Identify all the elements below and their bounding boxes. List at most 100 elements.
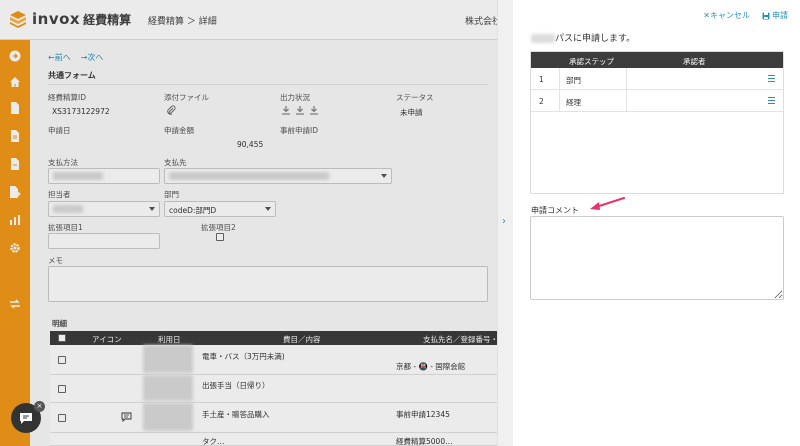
approval-table-header: 承認ステップ 承認者 [531, 52, 783, 68]
save-icon [762, 12, 770, 19]
prior-id-label: 事前申請ID [280, 126, 318, 135]
payment-method-label: 支払方法 [48, 158, 78, 167]
menu-icon[interactable] [768, 97, 775, 104]
chat-close-icon[interactable]: × [34, 401, 45, 412]
row-checkbox[interactable] [58, 356, 66, 364]
status-label: ステータス [396, 93, 434, 102]
amount-label: 申請金額 [164, 126, 194, 135]
ext2-checkbox[interactable] [216, 233, 224, 241]
output-status-icons [281, 105, 319, 115]
chevron-right-icon[interactable]: › [502, 216, 506, 227]
panel-actions: ✕キャンセル 申請 [703, 10, 788, 21]
row-item: タク… [202, 437, 225, 446]
document-export-icon[interactable] [7, 184, 23, 200]
document-icon[interactable] [7, 100, 23, 116]
chat-icon [20, 412, 32, 424]
app-logo[interactable]: invox 経費精算 [8, 9, 131, 29]
chevron-down-icon [381, 174, 387, 178]
menu-icon[interactable] [768, 75, 775, 82]
section-title: 共通フォーム [48, 71, 96, 80]
payment-method-field[interactable] [48, 168, 160, 184]
step-number: 2 [539, 97, 544, 106]
download-icon [296, 106, 304, 115]
ext2-label: 拡張項目2 [201, 223, 236, 232]
chevron-down-icon [265, 207, 271, 211]
person-select[interactable] [48, 201, 160, 217]
memo-label: メモ [48, 256, 63, 265]
section-divider [48, 84, 488, 85]
prev-link[interactable]: ←前へ [48, 52, 71, 63]
apply-message: パスに申請します。 [531, 31, 635, 44]
side-nav [0, 40, 30, 446]
department-select[interactable]: codeD:部門D [164, 201, 276, 217]
logo-subtitle: 経費精算 [83, 12, 132, 27]
logo-text: invox [32, 10, 81, 28]
download-icon [310, 106, 318, 115]
row-payee: 京都 - 🚇 - 国際会館 [396, 362, 466, 371]
paperclip-icon[interactable] [166, 105, 176, 117]
home-icon[interactable] [7, 74, 23, 90]
ext1-label: 拡張項目1 [48, 223, 83, 232]
row-checkbox[interactable] [58, 414, 66, 422]
row-item: 手土産・贈答品購入 [202, 410, 270, 419]
payee-select[interactable] [164, 168, 392, 184]
approval-table: 承認ステップ 承認者 1 部門 2 経理 [530, 51, 784, 194]
comment-icon[interactable] [121, 412, 132, 424]
approval-row[interactable]: 1 部門 [531, 68, 783, 90]
step-number: 1 [539, 75, 544, 84]
comment-textarea[interactable] [530, 216, 784, 300]
chart-icon[interactable] [7, 212, 23, 228]
output-status-label: 出力状況 [280, 93, 310, 102]
memo-textarea[interactable] [48, 266, 488, 302]
attachment-label: 添付ファイル [164, 93, 209, 102]
amount-value: 90,455 [237, 140, 264, 149]
row-item: 電車・バス（3万円未満) [202, 352, 285, 361]
arrow-circle-icon[interactable] [7, 48, 23, 64]
comment-label: 申請コメント [531, 206, 579, 215]
table-row[interactable]: タク… 経費精算5000… [50, 433, 497, 446]
status-value: 未申請 [400, 108, 423, 117]
next-link[interactable]: →次へ [81, 52, 104, 63]
document-list-icon[interactable] [7, 128, 23, 144]
expense-id-value: XS3173122972 [52, 107, 110, 116]
gear-icon[interactable] [7, 240, 23, 256]
main-content: ←前へ →次へ 共通フォーム 経費精算ID XS3173122972 添付ファイ… [30, 40, 497, 446]
apply-button[interactable]: 申請 [762, 10, 788, 21]
table-row[interactable]: 手土産・贈答品購入 事前申請12345 [50, 403, 497, 433]
col-date: 利用日 [158, 335, 181, 344]
table-row[interactable]: 電車・バス（3万円未満) 京都 - 🚇 - 国際会館 [50, 345, 497, 375]
approval-row[interactable]: 2 経理 [531, 90, 783, 112]
swap-icon[interactable] [7, 296, 23, 312]
col-item: 費目／内容 [283, 335, 321, 344]
row-payee: 経費精算5000… [396, 437, 453, 446]
person-label: 担当者 [48, 190, 71, 199]
col-step: 承認ステップ [569, 57, 614, 66]
step-name: 経理 [566, 98, 581, 107]
col-payee: 支払先名／登録番号・ [423, 335, 497, 344]
col-approver: 承認者 [683, 57, 706, 66]
detail-table-header: アイコン 利用日 費目／内容 支払先名／登録番号・ [50, 331, 497, 345]
row-checkbox[interactable] [58, 385, 66, 393]
payee-label: 支払先 [164, 158, 187, 167]
expense-id-label: 経費精算ID [48, 93, 86, 102]
logo-icon [8, 9, 28, 29]
apply-button-label: 申請 [772, 11, 788, 20]
table-row[interactable]: 出張手当（日帰り） [50, 375, 497, 403]
panel-collapse-strip[interactable]: › [497, 0, 513, 446]
annotation-arrow-icon [590, 196, 626, 210]
step-name: 部門 [566, 76, 581, 85]
cancel-button[interactable]: ✕キャンセル [703, 10, 750, 21]
department-select-value: codeD:部門D [169, 206, 217, 215]
detail-title: 明細 [52, 319, 67, 328]
record-nav: ←前へ →次へ [48, 52, 103, 63]
company-name[interactable]: 株式会社 [465, 14, 501, 27]
download-icon [282, 106, 290, 115]
department-label: 部門 [164, 190, 179, 199]
document-check-icon[interactable] [7, 156, 23, 172]
apply-panel: ✕キャンセル 申請 パスに申請します。 承認ステップ 承認者 1 部門 2 経理… [513, 0, 800, 446]
chevron-down-icon [149, 207, 155, 211]
col-icon: アイコン [92, 335, 122, 344]
apply-message-text: パスに申請します。 [555, 34, 636, 44]
select-all-checkbox[interactable] [58, 334, 66, 342]
ext1-input[interactable] [48, 233, 160, 249]
